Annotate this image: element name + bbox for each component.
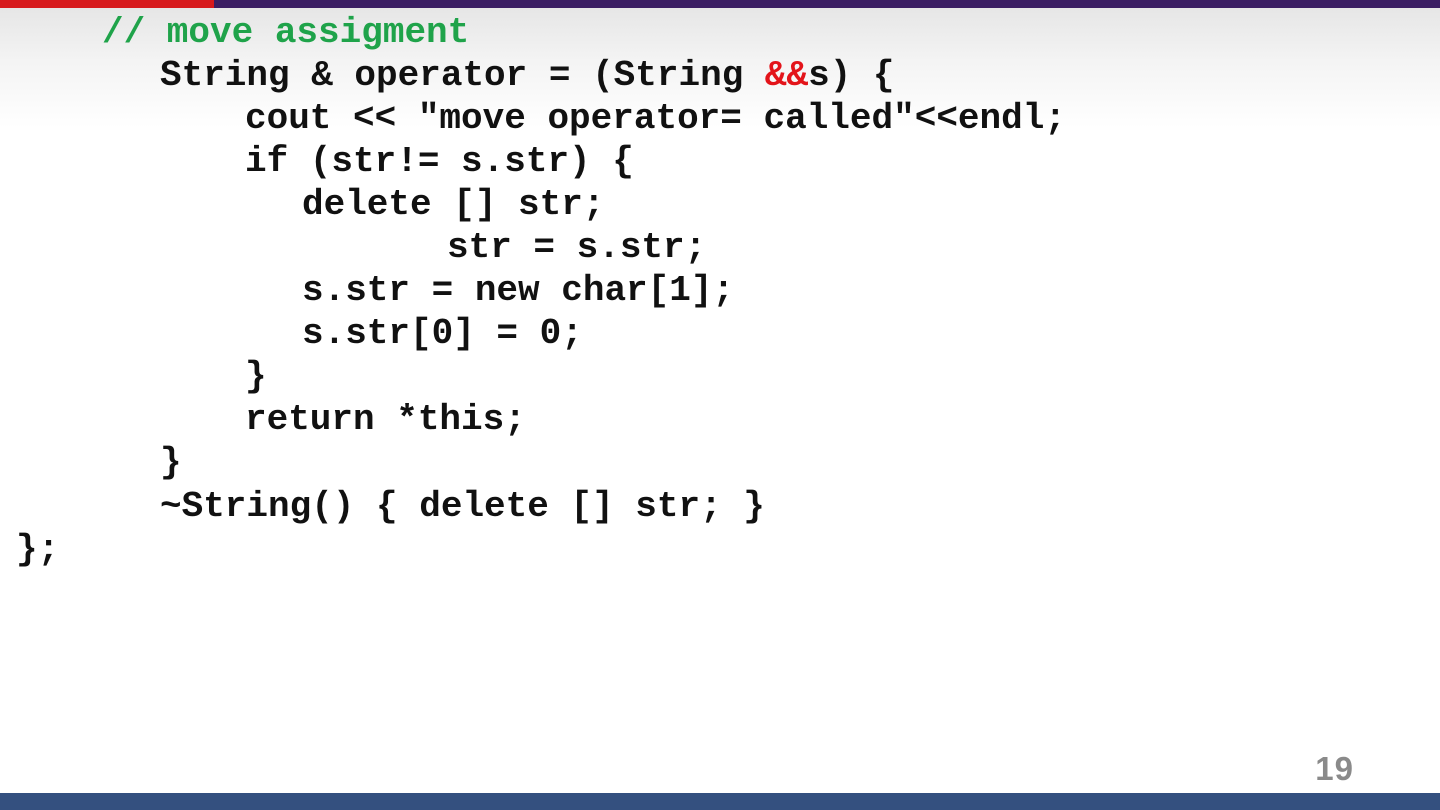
code-line: }; (16, 529, 60, 570)
operator-signature-prefix: String & operator = (String (160, 55, 765, 96)
operator-signature-suffix: s) { (808, 55, 895, 96)
code-line: delete [] str; (302, 184, 605, 225)
code-line: str = s.str; (447, 227, 707, 268)
code-line: s.str = new char[1]; (302, 270, 735, 311)
top-accent-bar-red (0, 0, 214, 8)
bottom-accent-bar (0, 793, 1440, 810)
code-comment-line: // move assigment (102, 12, 470, 53)
code-line: s.str[0] = 0; (302, 313, 583, 354)
code-line: if (str!= s.str) { (245, 141, 634, 182)
code-line: } (245, 356, 267, 397)
code-line: ~String() { delete [] str; } (160, 486, 765, 527)
code-operator-signature: String & operator = (String &&s) { (160, 54, 895, 97)
code-line: cout << "move operator= called"<<endl; (245, 98, 1066, 139)
slide: // move assigment String & operator = (S… (0, 0, 1440, 810)
code-line: return *this; (245, 399, 526, 440)
top-accent-bar-purple (214, 0, 1440, 8)
rvalue-reference-token: && (764, 55, 809, 96)
code-line: } (160, 442, 182, 483)
page-number: 19 (1315, 750, 1354, 787)
